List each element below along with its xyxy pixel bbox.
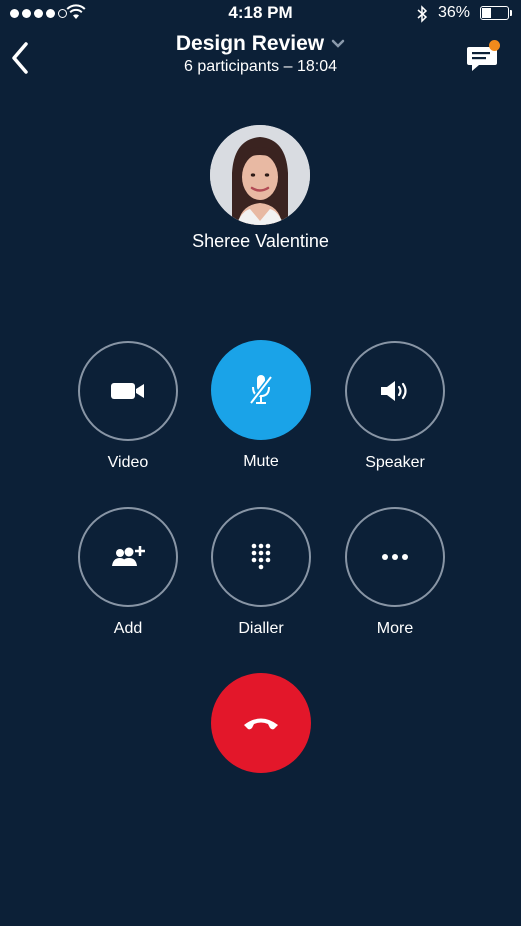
video-button[interactable] [78,341,178,441]
dialpad-icon [251,543,271,570]
chevron-down-icon [331,39,345,48]
video-control: Video [78,341,178,472]
mute-button[interactable] [211,340,311,440]
video-camera-icon [111,383,144,399]
dialler-button[interactable] [211,507,311,607]
speaker-control: Speaker [345,341,445,472]
call-header: Design Review 6 participants – 18:04 [0,32,521,76]
dialler-label: Dialler [238,620,284,637]
participant-name: Sheree Valentine [192,231,329,251]
status-bar: 4:18 PM 36% [0,0,521,28]
notification-badge [489,40,500,51]
speaker-label: Speaker [365,454,425,471]
participant-avatar [210,125,310,225]
dialler-control: Dialler [211,507,311,638]
call-subtitle: 6 participants – 18:04 [184,58,337,75]
add-participant-button[interactable] [78,507,178,607]
battery-percent: 36% [438,4,471,21]
mute-label: Mute [243,453,279,470]
battery-icon [480,6,512,20]
chat-button[interactable] [462,38,502,76]
call-screen: 4:18 PM 36% Design Review 6 participants… [0,0,521,926]
more-dots-icon [382,554,408,560]
more-control: More [345,507,445,638]
hang-up-icon [244,718,278,730]
conversation-title: Design Review [175,32,325,55]
speaker-icon [381,381,407,401]
mute-control: Mute [211,340,311,471]
bluetooth-icon [417,5,428,23]
microphone-muted-icon [249,375,273,405]
conversation-title-button[interactable]: Design Review [176,32,345,56]
add-label: Add [113,620,143,637]
more-label: More [376,620,414,637]
video-label: Video [107,454,149,471]
speaker-button[interactable] [345,341,445,441]
add-participant-icon [112,546,145,566]
more-button[interactable] [345,507,445,607]
add-control: Add [78,507,178,638]
end-call-button[interactable] [211,673,311,773]
